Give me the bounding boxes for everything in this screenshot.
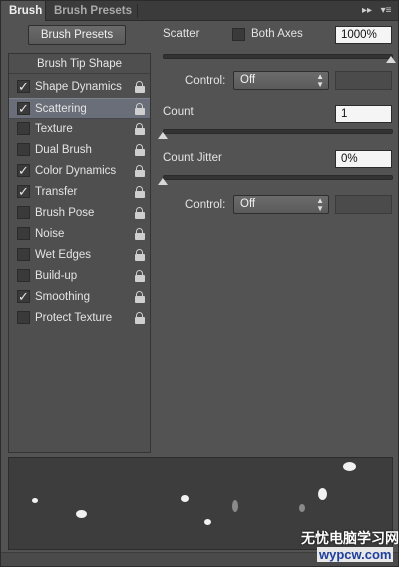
option-item-shape-dynamics[interactable]: ✓ Shape Dynamics	[9, 77, 150, 98]
control-extra-field-2	[335, 195, 392, 214]
select-arrows-icon: ▲ ▼	[316, 196, 324, 213]
control-select-1-value: Off	[240, 74, 256, 86]
scatter-slider-thumb[interactable]	[386, 56, 396, 63]
option-label: Color Dynamics	[35, 165, 117, 177]
preview-dab	[181, 495, 189, 502]
option-checkbox[interactable]: ✓	[17, 290, 30, 303]
option-label: Wet Edges	[35, 249, 92, 261]
preview-dab	[318, 488, 327, 500]
option-item-brush-pose[interactable]: Brush Pose	[9, 203, 150, 224]
preview-dab	[299, 504, 305, 512]
preview-dab	[232, 500, 238, 512]
option-item-color-dynamics[interactable]: ✓ Color Dynamics	[9, 161, 150, 182]
option-label: Dual Brush	[35, 144, 92, 156]
lock-icon[interactable]	[135, 186, 145, 199]
option-checkbox[interactable]	[17, 206, 30, 219]
option-item-transfer[interactable]: ✓ Transfer	[9, 182, 150, 203]
brush-tip-shape-item[interactable]: Brush Tip Shape	[9, 54, 150, 74]
collapse-icon[interactable]: ▸▸	[360, 4, 374, 18]
option-item-protect-texture[interactable]: Protect Texture	[9, 308, 150, 329]
lock-icon[interactable]	[135, 207, 145, 220]
option-label: Noise	[35, 228, 65, 240]
option-item-build-up[interactable]: Build-up	[9, 266, 150, 287]
count-jitter-label: Count Jitter	[163, 152, 222, 164]
control-select-1[interactable]: Off ▲ ▼	[233, 71, 329, 90]
count-slider-thumb[interactable]	[158, 132, 168, 139]
option-item-wet-edges[interactable]: Wet Edges	[9, 245, 150, 266]
option-checkbox[interactable]: ✓	[17, 185, 30, 198]
count-jitter-value-field[interactable]: 0%	[335, 150, 392, 168]
lock-icon[interactable]	[135, 165, 145, 178]
brush-options-list: Brush Tip Shape ✓ Shape Dynamics ✓ Scatteri…	[8, 53, 151, 453]
select-arrows-icon: ▲ ▼	[316, 72, 324, 89]
option-item-scattering[interactable]: ✓ Scattering	[9, 98, 150, 119]
option-item-texture[interactable]: Texture	[9, 119, 150, 140]
option-item-dual-brush[interactable]: Dual Brush	[9, 140, 150, 161]
count-label: Count	[163, 106, 194, 118]
option-checkbox[interactable]: ✓	[17, 102, 30, 115]
option-checkbox[interactable]	[17, 122, 30, 135]
tab-bar: Brush Brush Presets ▸▸ ▾≡	[1, 1, 398, 21]
option-item-smoothing[interactable]: ✓ Smoothing	[9, 287, 150, 308]
option-checkbox[interactable]: ✓	[17, 80, 30, 93]
lock-icon[interactable]	[135, 291, 145, 304]
tab-brush[interactable]: Brush	[1, 1, 46, 21]
option-label: Smoothing	[35, 291, 90, 303]
count-value-field[interactable]: 1	[335, 105, 392, 123]
control-label-1: Control:	[185, 75, 226, 87]
option-label: Build-up	[35, 270, 78, 282]
lock-icon[interactable]	[135, 81, 145, 94]
panel-menu-icon[interactable]: ▾≡	[379, 4, 393, 18]
tab-divider	[137, 4, 138, 18]
count-slider[interactable]	[163, 129, 393, 134]
lock-icon[interactable]	[135, 123, 145, 136]
option-checkbox[interactable]	[17, 311, 30, 324]
option-label: Transfer	[35, 186, 78, 198]
lock-icon[interactable]	[135, 228, 145, 241]
option-checkbox[interactable]	[17, 269, 30, 282]
control-select-2[interactable]: Off ▲ ▼	[233, 195, 329, 214]
scatter-value-field[interactable]: 1000%	[335, 26, 392, 44]
watermark-url: wypcw.com	[317, 547, 394, 562]
option-item-noise[interactable]: Noise	[9, 224, 150, 245]
tab-brush-presets[interactable]: Brush Presets	[46, 1, 140, 21]
lock-icon[interactable]	[135, 249, 145, 262]
preview-dab	[32, 498, 38, 503]
lock-icon[interactable]	[135, 312, 145, 325]
count-jitter-slider-thumb[interactable]	[158, 178, 168, 185]
scatter-label: Scatter	[163, 28, 200, 40]
control-extra-field-1	[335, 71, 392, 90]
scatter-slider[interactable]	[163, 54, 393, 59]
control-select-2-value: Off	[240, 198, 256, 210]
option-label: Texture	[35, 123, 73, 135]
brush-presets-button[interactable]: Brush Presets	[28, 25, 126, 45]
lock-icon[interactable]	[135, 103, 145, 116]
lock-icon[interactable]	[135, 270, 145, 283]
option-checkbox[interactable]	[17, 248, 30, 261]
lock-icon[interactable]	[135, 144, 145, 157]
option-checkbox[interactable]	[17, 143, 30, 156]
both-axes-label: Both Axes	[251, 28, 303, 40]
brush-panel: Brush Brush Presets ▸▸ ▾≡ Brush Presets …	[0, 0, 399, 567]
preview-dab	[343, 462, 356, 471]
watermark-text: 无忧电脑学习网	[301, 530, 399, 546]
option-label: Brush Pose	[35, 207, 95, 219]
count-jitter-slider[interactable]	[163, 175, 393, 180]
option-checkbox[interactable]	[17, 227, 30, 240]
option-checkbox[interactable]: ✓	[17, 164, 30, 177]
option-label: Shape Dynamics	[35, 81, 122, 93]
preview-dab	[204, 519, 211, 525]
both-axes-checkbox[interactable]	[232, 28, 245, 41]
option-label: Protect Texture	[35, 312, 113, 324]
preview-dab	[76, 510, 87, 518]
control-label-2: Control:	[185, 199, 226, 211]
option-label: Scattering	[35, 103, 87, 115]
